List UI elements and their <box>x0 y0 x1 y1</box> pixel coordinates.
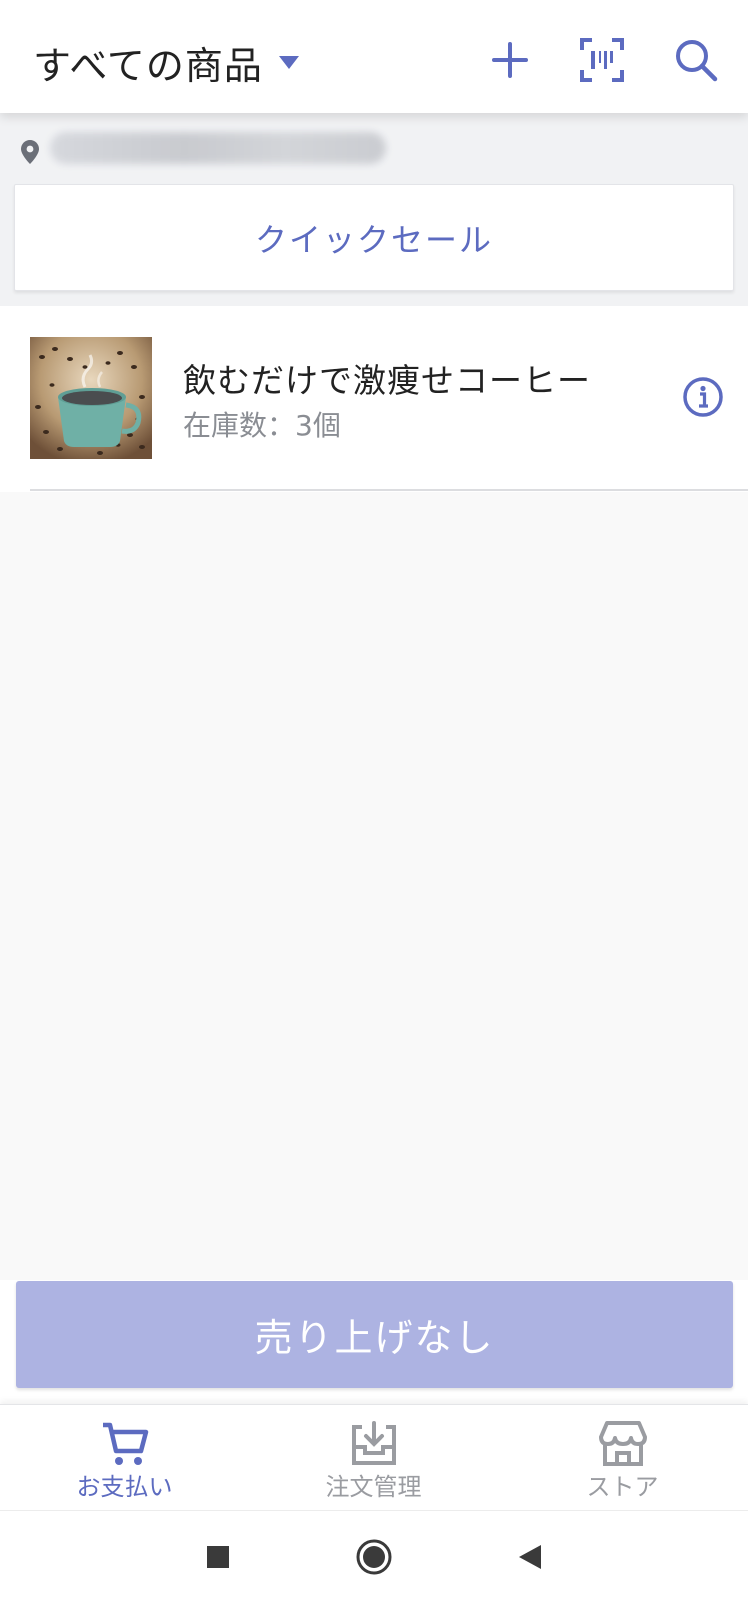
page-title: すべての商品 <box>33 43 263 88</box>
cart-icon <box>102 1422 148 1465</box>
system-nav-bar <box>0 1510 748 1600</box>
quick-sale-button[interactable]: クイックセール <box>14 184 734 291</box>
list-item[interactable]: 飲むだけで激痩せコーヒー 在庫数：3個 <box>0 306 748 492</box>
bottom-tab-bar: お支払い 注文管理 ストア <box>0 1404 748 1510</box>
plus-icon <box>492 42 528 78</box>
tab-store[interactable]: ストア <box>498 1405 747 1511</box>
back-button[interactable] <box>508 1535 552 1579</box>
product-list: 飲むだけで激痩せコーヒー 在庫数：3個 <box>0 306 748 492</box>
info-icon[interactable] <box>682 376 724 418</box>
category-selector[interactable]: すべての商品 <box>33 36 299 88</box>
tab-label: お支払い <box>76 1473 173 1501</box>
triangle-back-icon <box>519 1545 541 1569</box>
caret-down-icon <box>278 55 299 69</box>
barcode-scan-icon <box>580 38 624 82</box>
search-button[interactable] <box>670 34 722 86</box>
product-stock: 在庫数：3個 <box>183 409 341 442</box>
product-name: 飲むだけで激痩せコーヒー <box>183 361 591 400</box>
app-root: すべての商品 クイックセール 飲むだけで激痩せコーヒー 在庫数：3個 売り上げな… <box>0 0 748 1600</box>
store-icon <box>598 1421 647 1466</box>
add-product-button[interactable] <box>484 34 536 86</box>
tab-payment[interactable]: お支払い <box>0 1405 249 1511</box>
home-button[interactable] <box>352 1535 396 1579</box>
top-app-bar: すべての商品 <box>0 0 748 113</box>
circle-home-icon <box>356 1539 392 1575</box>
sales-summary-button[interactable]: 売り上げなし <box>16 1281 733 1388</box>
search-icon <box>676 40 718 82</box>
tab-orders[interactable]: 注文管理 <box>249 1405 498 1511</box>
location-pin-icon <box>21 140 39 164</box>
tab-label: 注文管理 <box>325 1473 422 1501</box>
inbox-download-icon <box>351 1421 396 1465</box>
coffee-cup-thumbnail <box>30 337 152 459</box>
location-text <box>50 128 386 166</box>
square-recents-icon <box>207 1546 229 1568</box>
recents-button[interactable] <box>196 1535 240 1579</box>
tab-label: ストア <box>586 1473 659 1501</box>
barcode-scan-button[interactable] <box>576 34 628 86</box>
list-divider <box>30 489 748 491</box>
